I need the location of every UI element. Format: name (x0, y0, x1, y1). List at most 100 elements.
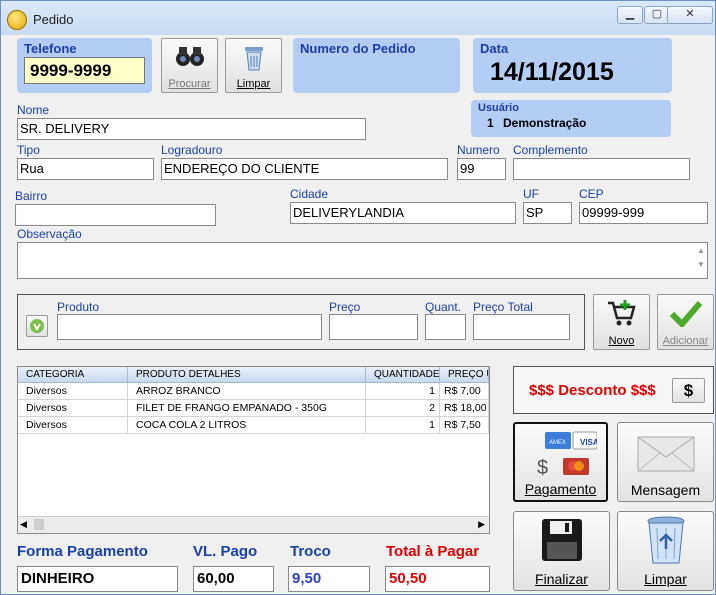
telefone-label: Telefone (24, 41, 77, 56)
limpar-top-button[interactable]: Limpar (225, 38, 282, 93)
adicionar-button[interactable]: Adicionar (657, 294, 714, 350)
svg-text:$: $ (537, 457, 548, 479)
produto-field[interactable] (57, 314, 322, 340)
forma-pagamento-label: Forma Pagamento (17, 543, 148, 560)
logradouro-label: Logradouro (161, 143, 223, 157)
nome-field[interactable]: SR. DELIVERY (17, 118, 366, 140)
svg-text:VISA: VISA (580, 438, 597, 447)
usuario-panel: Usuário 1 Demonstração (471, 100, 671, 137)
scroll-thumb[interactable] (34, 519, 44, 530)
mensagem-label: Mensagem (630, 482, 701, 498)
title-bar: Pedido ▁ ▢ ✕ (1, 1, 715, 35)
novo-button[interactable]: Novo (593, 294, 650, 350)
data-value: 14/11/2015 (490, 58, 614, 86)
cell-quantidade: 2 (366, 400, 440, 417)
cell-preco: R$ 7,50 (440, 417, 489, 434)
vl-pago-label: VL. Pago (193, 543, 258, 560)
cidade-label: Cidade (290, 187, 329, 201)
logradouro-field[interactable]: ENDEREÇO DO CLIENTE (161, 158, 448, 180)
novo-label: Novo (608, 335, 635, 347)
produto-refresh-button[interactable] (26, 315, 48, 337)
telefone-panel: Telefone 9999-9999 (17, 38, 152, 93)
preco-total-field[interactable] (473, 314, 570, 340)
limpar-bottom-label: Limpar (644, 571, 687, 587)
complemento-field[interactable] (513, 158, 690, 180)
smiley-app-icon (7, 10, 27, 30)
tipo-field[interactable]: Rua (17, 158, 154, 180)
observacao-scrollbar[interactable]: ▲ ▼ (695, 244, 707, 277)
observacao-label: Observação (17, 227, 82, 241)
finalizar-button[interactable]: Finalizar (513, 511, 610, 591)
cart-icon (608, 300, 636, 326)
scroll-left-icon[interactable]: ◀ (20, 519, 27, 530)
pagamento-button[interactable]: VISA AMEX $ Pagamento (513, 422, 608, 502)
numero-field[interactable]: 99 (457, 158, 506, 180)
cell-quantidade: 1 (366, 417, 440, 434)
desconto-label: $$$ Desconto $$$ (529, 382, 656, 399)
usuario-name: Demonstração (503, 116, 587, 130)
numero-pedido-label: Numero do Pedido (300, 41, 416, 56)
grid-horizontal-scrollbar[interactable]: ◀ ▶ (18, 516, 489, 533)
produto-label: Produto (57, 300, 100, 314)
telefone-input[interactable]: 9999-9999 (24, 57, 145, 84)
minimize-button[interactable]: ▁ (617, 6, 643, 24)
envelope-icon (637, 436, 695, 472)
binoculars-icon (176, 47, 204, 66)
pedido-window: Pedido ▁ ▢ ✕ Telefone 9999-9999 Procurar… (0, 0, 716, 595)
refresh-icon (30, 319, 44, 333)
floppy-disk-icon (542, 519, 582, 561)
quant-field[interactable] (425, 314, 466, 340)
cep-field[interactable]: 09999-999 (579, 202, 708, 224)
vl-pago-field[interactable]: 60,00 (193, 566, 274, 592)
procurar-button[interactable]: Procurar (161, 38, 218, 93)
items-grid[interactable]: CATEGORIA PRODUTO DETALHES QUANTIDADE PR… (17, 366, 490, 534)
cep-label: CEP (579, 187, 604, 201)
preco-label: Preço (329, 300, 361, 314)
grid-header-quantidade[interactable]: QUANTIDADE (366, 367, 440, 383)
cell-preco: R$ 7,00 (440, 383, 489, 400)
cell-quantidade: 1 (366, 383, 440, 400)
grid-header-preco[interactable]: PREÇO U (440, 367, 489, 383)
cell-categoria: Diversos (18, 400, 128, 417)
cell-produto: FILET DE FRANGO EMPANADO - 350G (128, 400, 366, 417)
preco-total-label: Preço Total (473, 300, 533, 314)
credit-cards-icon: VISA AMEX $ (537, 431, 597, 479)
cell-categoria: Diversos (18, 383, 128, 400)
desconto-button[interactable]: $ (672, 378, 705, 403)
usuario-label: Usuário (478, 102, 519, 114)
quant-label: Quant. (425, 300, 462, 314)
troco-field: 9,50 (288, 566, 370, 592)
limpar-top-label: Limpar (236, 78, 271, 90)
numero-pedido-panel: Numero do Pedido (293, 38, 460, 93)
procurar-label: Procurar (168, 78, 211, 90)
complemento-label: Complemento (513, 143, 588, 157)
forma-pagamento-field[interactable]: DINHEIRO (17, 566, 178, 592)
trash-icon (245, 47, 263, 71)
troco-label: Troco (290, 543, 331, 560)
observacao-field[interactable] (17, 242, 708, 279)
tipo-label: Tipo (17, 143, 40, 157)
finalizar-label: Finalizar (535, 571, 588, 587)
cell-produto: ARROZ BRANCO (128, 383, 366, 400)
preco-field[interactable] (329, 314, 418, 340)
grid-header-produto[interactable]: PRODUTO DETALHES (128, 367, 366, 383)
mensagem-button[interactable]: Mensagem (617, 422, 714, 502)
recycle-bin-icon (647, 516, 685, 564)
uf-field[interactable]: SP (523, 202, 572, 224)
data-panel: Data 14/11/2015 (473, 38, 672, 93)
pagamento-label: Pagamento (524, 481, 597, 497)
grid-header-categoria[interactable]: CATEGORIA (18, 367, 128, 383)
bairro-field[interactable] (15, 204, 216, 226)
cell-categoria: Diversos (18, 417, 128, 434)
close-button[interactable]: ✕ (667, 6, 713, 24)
cidade-field[interactable]: DELIVERYLANDIA (290, 202, 516, 224)
window-title: Pedido (33, 12, 74, 27)
limpar-bottom-button[interactable]: Limpar (617, 511, 714, 591)
numero-label: Numero (457, 143, 500, 157)
adicionar-label: Adicionar (662, 335, 709, 347)
desconto-box: $$$ Desconto $$$ $ (513, 366, 714, 414)
total-pagar-label: Total à Pagar (386, 543, 480, 560)
total-pagar-field: 50,50 (385, 566, 490, 592)
scroll-right-icon[interactable]: ▶ (478, 519, 485, 530)
data-label: Data (480, 41, 509, 56)
